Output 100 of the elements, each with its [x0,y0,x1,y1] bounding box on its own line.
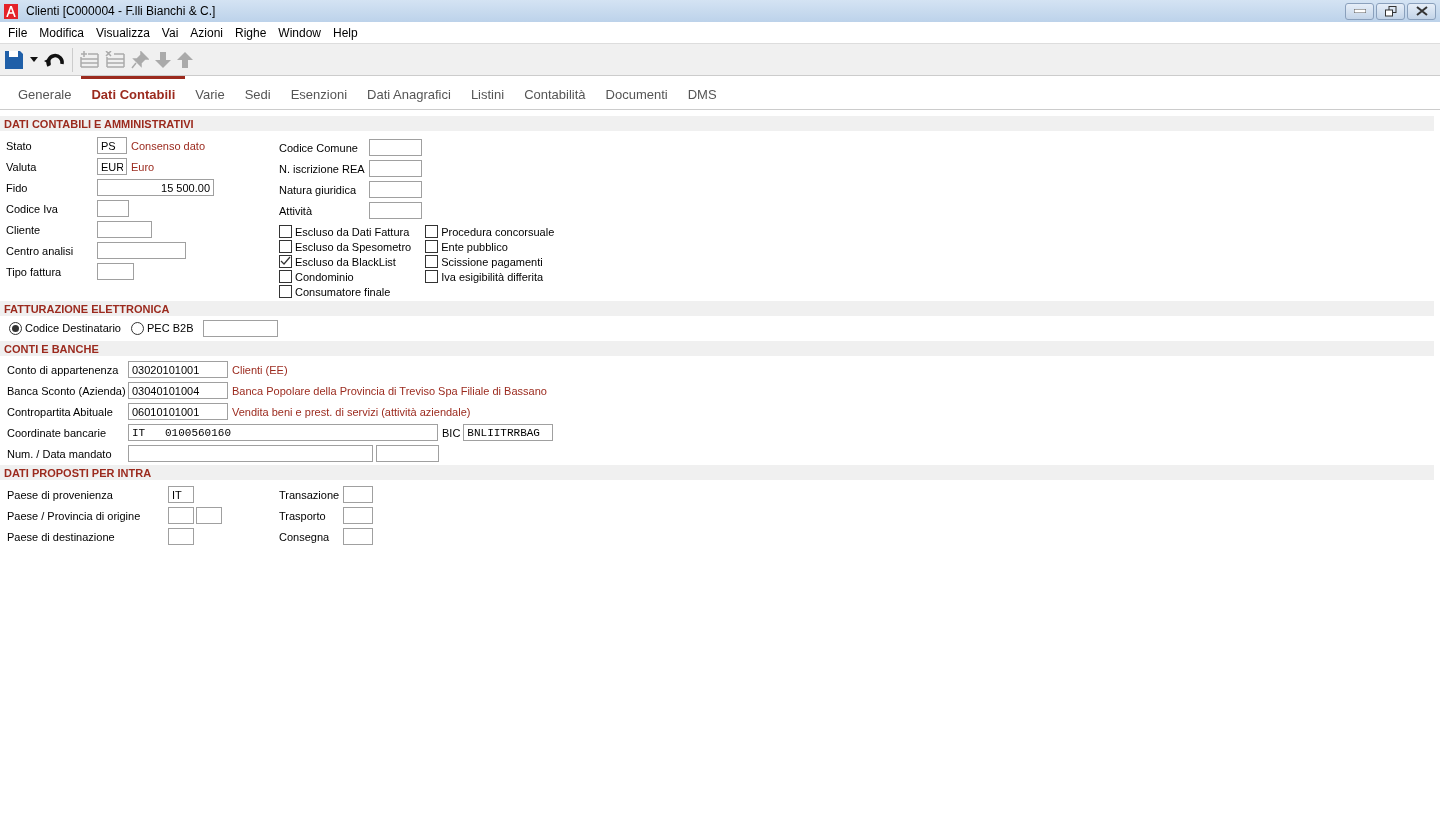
menu-item[interactable]: Modifica [33,25,91,40]
input-field[interactable] [376,445,439,462]
undo-button[interactable] [44,51,66,68]
checkbox[interactable] [425,255,439,268]
input-field[interactable] [369,160,422,177]
field-label: Conto di appartenenza [7,363,120,376]
input-field[interactable] [97,221,152,238]
checkbox-label: Iva esigibilità differita [441,270,544,283]
tab[interactable]: Esenzioni [280,76,358,109]
input-field[interactable]: 03040101004 [128,382,228,399]
field-label: Paese di destinazione [7,530,116,543]
input-field[interactable] [168,528,194,545]
restore-button[interactable] [1376,2,1405,20]
checkbox-label: Escluso da BlackList [295,255,396,268]
checkbox[interactable] [279,255,292,268]
menu-item[interactable]: Azioni [184,25,229,40]
input-field[interactable] [343,486,373,503]
checkbox-label: Escluso da Dati Fattura [295,225,410,238]
add-row-icon [79,50,99,69]
field-description: Banca Popolare della Provincia di Treviso Spa Filiale di Bassano [232,384,547,397]
close-button[interactable] [1407,2,1436,20]
menu-item[interactable]: Righe [229,25,273,40]
field-label: Transazione [279,488,341,501]
input-field[interactable] [128,445,373,462]
menu-item[interactable]: Visualizza [90,25,156,40]
input-field[interactable] [203,319,279,337]
close-icon [1415,6,1428,16]
tab[interactable]: Sedi [234,76,281,109]
tab[interactable]: Varie [185,76,235,109]
input-field[interactable] [97,242,186,259]
checkbox-label: Procedura concorsuale [441,225,555,238]
input-field[interactable]: EUR [97,158,127,175]
field-label: Fido [6,181,29,194]
input-field[interactable]: 06010101001 [128,403,228,420]
section-header: DATI PROPOSTI PER INTRA [0,465,1434,480]
minimize-icon [1353,9,1366,13]
input-field[interactable] [97,200,129,217]
input-field[interactable] [369,202,422,219]
checkbox[interactable] [279,270,292,283]
input-field[interactable] [196,507,222,524]
window-title: Clienti [C000004 - F.lli Bianchi & C.] [26,4,217,18]
input-field[interactable]: BNLIITRRBAG [463,424,554,441]
checkbox[interactable] [425,270,439,283]
field-label: Cliente [6,223,42,236]
field-label: BIC [442,426,461,439]
input-field[interactable]: 03020101001 [128,361,228,378]
field-description: Clienti (EE) [232,363,288,376]
input-field[interactable]: PS [97,137,127,154]
input-field[interactable]: 15 500.00 [97,179,214,196]
field-label: Num. / Data mandato [7,447,113,460]
menu-item[interactable]: File [2,25,34,40]
pin-icon [131,50,149,69]
input-field[interactable] [369,181,422,198]
checkbox[interactable] [279,225,292,238]
input-field[interactable]: IT [168,486,194,503]
restore-icon [1384,5,1397,17]
radio-label: PEC B2B [147,322,194,334]
checkbox[interactable] [279,240,292,253]
undo-icon [44,51,66,68]
field-description: Euro [131,160,155,173]
tab[interactable]: Dati Anagrafici [357,76,461,109]
field-label: Codice Iva [6,202,59,215]
input-field[interactable] [343,528,373,545]
tab[interactable]: Dati Contabili [81,76,186,109]
checkbox[interactable] [425,225,439,238]
tab[interactable]: Documenti [595,76,678,109]
checkbox[interactable] [425,240,439,253]
field-label: Contropartita Abituale [7,405,114,418]
tab[interactable]: Contabilità [514,76,596,109]
checkbox[interactable] [279,285,292,298]
tab[interactable]: Listini [460,76,515,109]
field-label: Tipo fattura [6,265,63,278]
input-field[interactable] [369,139,422,156]
checkbox-label: Scissione pagamenti [441,255,543,268]
menu-item[interactable]: Vai [155,25,185,40]
menu-item[interactable]: Help [327,25,364,40]
save-button[interactable] [4,49,24,70]
menu-item[interactable]: Window [272,25,328,40]
tab[interactable]: DMS [677,76,727,109]
field-label: Consegna [279,530,331,543]
field-label: Codice Comune [279,141,359,154]
field-label: Valuta [6,160,38,173]
checkbox-label: Escluso da Spesometro [295,240,412,253]
field-description: Vendita beni e prest. di servizi (attività aziendale) [232,405,471,418]
field-label: Centro analisi [6,244,75,257]
input-field[interactable] [97,263,134,280]
delete-row-icon [105,50,125,69]
tab[interactable]: Generale [8,76,82,109]
checkbox-label: Consumatore finale [295,285,391,298]
down-arrow-icon [155,51,171,68]
section-header: DATI CONTABILI E AMMINISTRATIVI [0,116,1434,131]
input-field[interactable] [343,507,373,524]
input-field[interactable]: IT 0100560160 [128,424,438,441]
field-label: Banca Sconto (Azienda) [7,384,127,397]
field-label: Stato [6,139,33,152]
dropdown-button[interactable] [30,57,38,62]
caret-icon [30,57,38,62]
app-logo-icon [4,3,18,19]
save-icon [4,49,24,70]
input-field[interactable] [168,507,194,524]
